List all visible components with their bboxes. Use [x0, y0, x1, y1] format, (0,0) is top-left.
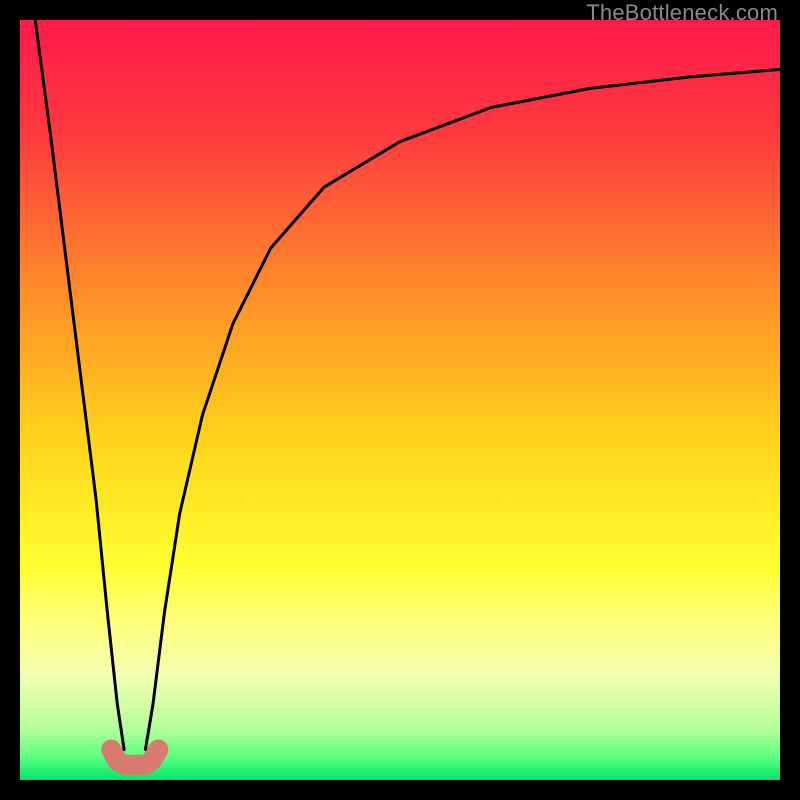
plot-area: [20, 20, 780, 780]
watermark-text: TheBottleneck.com: [586, 0, 778, 26]
chart-svg: [20, 20, 780, 780]
chart-frame: TheBottleneck.com: [0, 0, 800, 800]
gradient-background: [20, 20, 780, 780]
